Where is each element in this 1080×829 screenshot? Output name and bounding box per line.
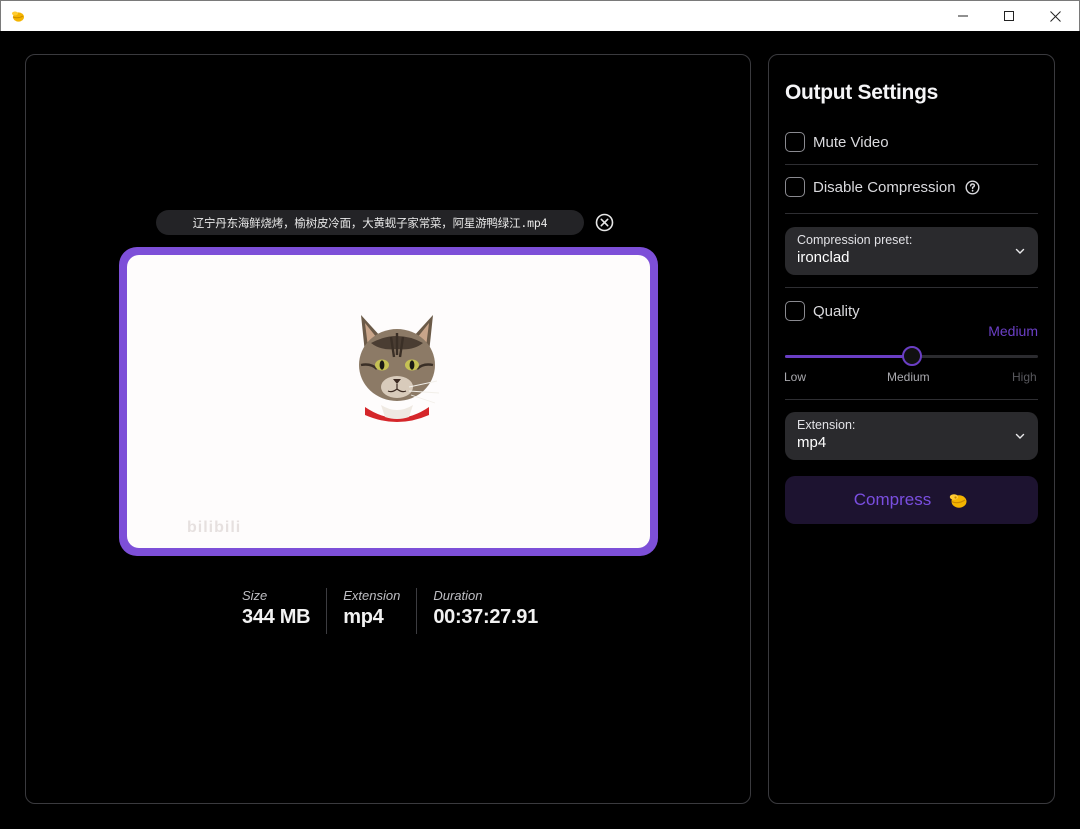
quality-slider[interactable] bbox=[785, 346, 1038, 366]
minimize-button[interactable] bbox=[940, 1, 986, 31]
question-circle-icon[interactable] bbox=[965, 179, 980, 195]
stat-label: Extension bbox=[343, 588, 401, 603]
maximize-icon bbox=[1004, 11, 1014, 21]
compression-preset-value: ironclad bbox=[797, 249, 850, 266]
file-name-label: 辽宁丹东海鲜烧烤，榆树皮冷面，大黄蚬子家常菜，阿星游鸭绿江.mp4 bbox=[156, 210, 584, 235]
stat-value: mp4 bbox=[343, 606, 384, 628]
stat-value: 00:37:27.91 bbox=[433, 606, 538, 628]
maximize-button[interactable] bbox=[986, 1, 1032, 31]
chevron-down-icon bbox=[1015, 248, 1025, 254]
pinching-hand-icon bbox=[12, 11, 24, 22]
disable-compression-checkbox[interactable]: Disable Compression bbox=[785, 176, 980, 198]
checkbox[interactable] bbox=[785, 132, 805, 152]
stat-label: Size bbox=[242, 588, 268, 603]
quality-checkbox[interactable]: Quality bbox=[785, 300, 860, 322]
chevron-down-icon bbox=[1015, 433, 1025, 439]
quality-slider-fill bbox=[785, 355, 912, 358]
stat-size: Size 344 MB bbox=[242, 588, 326, 634]
compression-preset-label: Compression preset: bbox=[797, 233, 913, 247]
title-bar bbox=[0, 0, 1080, 31]
close-icon bbox=[1049, 10, 1061, 22]
video-stats: Size 344 MB Extension mp4 Duration 00:37… bbox=[242, 588, 554, 634]
minimize-icon bbox=[958, 15, 968, 17]
pinching-hand-icon bbox=[950, 494, 967, 508]
mute-video-checkbox[interactable]: Mute Video bbox=[785, 131, 889, 153]
quality-current-level: Medium bbox=[988, 323, 1038, 339]
compress-button-label: Compress bbox=[853, 490, 932, 509]
video-preview: bilibili bbox=[119, 247, 658, 556]
output-settings-panel: Output Settings Mute Video Disable Compr… bbox=[768, 54, 1055, 804]
quality-slider-thumb[interactable] bbox=[901, 346, 922, 366]
stat-label: Duration bbox=[433, 588, 483, 603]
checkbox[interactable] bbox=[785, 177, 805, 197]
mute-video-label: Mute Video bbox=[813, 133, 889, 151]
disable-compression-label: Disable Compression bbox=[813, 178, 956, 196]
compress-button[interactable]: Compress bbox=[785, 476, 1038, 524]
stat-value: 344 MB bbox=[242, 606, 311, 628]
quality-tick-medium: Medium bbox=[887, 370, 930, 384]
divider bbox=[785, 213, 1038, 214]
extension-value: mp4 bbox=[797, 434, 827, 451]
quality-tick-low: Low bbox=[784, 370, 807, 384]
extension-label: Extension: bbox=[797, 418, 856, 432]
video-thumbnail: bilibili bbox=[127, 255, 650, 548]
circle-x-icon[interactable] bbox=[595, 213, 614, 232]
close-button[interactable] bbox=[1032, 1, 1078, 31]
divider bbox=[785, 164, 1038, 165]
cat-thumbnail-image bbox=[359, 315, 440, 422]
divider bbox=[785, 399, 1038, 400]
checkbox[interactable] bbox=[785, 301, 805, 321]
divider bbox=[785, 287, 1038, 288]
quality-tick-high: High bbox=[1012, 370, 1037, 384]
stat-duration: Duration 00:37:27.91 bbox=[416, 588, 554, 634]
settings-title: Output Settings bbox=[785, 81, 938, 104]
quality-label: Quality bbox=[813, 302, 860, 320]
compression-preset-select[interactable]: Compression preset: ironclad bbox=[785, 227, 1038, 275]
watermark-logo: bilibili bbox=[187, 519, 242, 536]
extension-select[interactable]: Extension: mp4 bbox=[785, 412, 1038, 460]
stat-extension: Extension mp4 bbox=[326, 588, 416, 634]
